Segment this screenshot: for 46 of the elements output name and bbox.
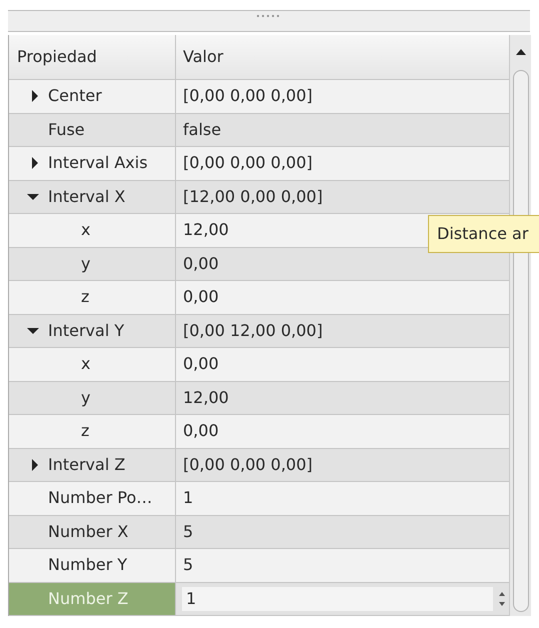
column-header[interactable]: Valor [176,35,509,79]
property-name: Interval Z [48,454,126,476]
grip-dots-icon[interactable] [257,15,281,18]
spin-box[interactable]: 1 [176,582,509,615]
scroll-thumb[interactable] [512,70,528,612]
property-value: [0,00 0,00 0,00] [183,454,313,476]
property-value: [0,00 0,00 0,00] [183,152,313,174]
scrollbar[interactable] [509,35,531,616]
property-name: x [81,353,90,376]
property-name: Number Po… [48,487,152,510]
tooltip: Distance ar [428,215,539,253]
property-value: 5 [183,520,194,543]
expand-arrow-icon[interactable] [31,157,39,170]
property-value: 0,00 [183,420,219,442]
property-name: Number Y [48,554,128,576]
property-name: y [81,252,90,275]
property-value: 0,00 [183,252,219,275]
property-name: z [81,286,90,308]
property-value: [0,00 12,00 0,00] [183,320,323,342]
property-value: [12,00 0,00 0,00] [183,186,323,208]
expand-arrow-icon[interactable] [31,458,39,471]
property-value: 1 [183,487,194,510]
property-name: Center [48,85,102,108]
property-value: 0,00 [183,286,219,308]
property-row[interactable]: Number Z 1 [9,582,509,616]
property-name: z [81,420,90,442]
expand-arrow-icon[interactable] [31,90,39,102]
property-value: 0,00 [183,353,219,376]
property-name: Number X [48,520,128,543]
property-value: false [183,118,222,141]
property-name: Interval Y [48,320,124,342]
property-value: 12,00 [183,386,229,409]
property-value: 12,00 [183,219,229,242]
property-name: x [81,219,90,242]
property-name: Number Z [48,588,128,610]
property-name: Interval Axis [48,152,148,174]
property-value: [0,00 0,00 0,00] [183,85,313,108]
scroll-up-icon[interactable] [516,48,526,56]
property-name: y [81,386,90,409]
column-header[interactable]: Propiedad [9,35,176,79]
splitter-handle[interactable] [8,10,530,32]
property-value: 5 [183,554,194,576]
property-name: Interval X [48,186,126,208]
property-name: Fuse [48,118,85,141]
collapse-arrow-icon[interactable] [27,326,39,335]
collapse-arrow-icon[interactable] [27,192,39,201]
